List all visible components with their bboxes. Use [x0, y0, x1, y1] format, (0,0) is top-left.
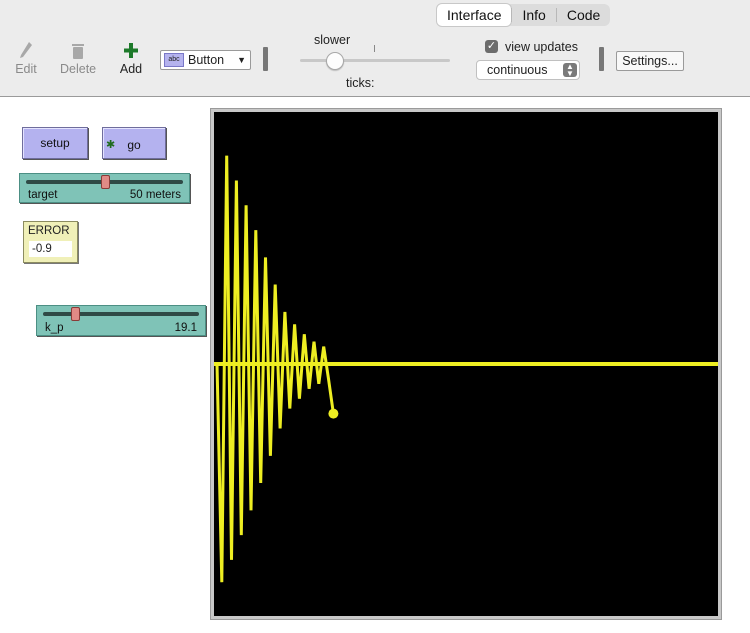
- view-updates-label: view updates: [505, 40, 578, 54]
- tab-info[interactable]: Info: [512, 4, 555, 26]
- target-slider[interactable]: target 50 meters: [19, 173, 190, 203]
- select-stepper-icon: ▲ ▼: [563, 63, 577, 78]
- update-mode-select[interactable]: continuous ▲ ▼: [476, 60, 580, 80]
- speed-label: slower: [314, 33, 351, 47]
- update-mode-value: continuous: [487, 63, 548, 77]
- speed-slider-knob[interactable]: [326, 52, 344, 70]
- widget-type-select[interactable]: abc Button ▼: [160, 50, 251, 70]
- delete-label: Delete: [60, 62, 97, 76]
- speed-slider[interactable]: [300, 59, 450, 62]
- edit-label: Edit: [15, 62, 37, 76]
- setup-button-label: setup: [40, 136, 70, 150]
- slider-track: [43, 312, 199, 316]
- edit-button[interactable]: Edit: [13, 40, 39, 76]
- k-p-slider-label: k_p: [45, 322, 64, 334]
- toolbar-divider: [599, 47, 604, 71]
- world-view[interactable]: [210, 108, 722, 620]
- trash-icon: [60, 40, 96, 62]
- settings-button[interactable]: Settings...: [616, 51, 684, 71]
- plus-icon: [118, 40, 144, 62]
- tab-interface[interactable]: Interface: [437, 4, 512, 26]
- add-label: Add: [119, 62, 143, 76]
- monitor-label: ERROR: [28, 225, 70, 237]
- toolbar: Interface Info Code Edit Delete Add abc …: [0, 0, 750, 97]
- target-slider-value: 50 meters: [129, 189, 181, 201]
- k-p-slider-value: 19.1: [174, 322, 197, 334]
- speed-center-tick: [374, 45, 375, 52]
- target-slider-label: target: [28, 189, 58, 201]
- toolbar-divider: [263, 47, 268, 71]
- pencil-icon: [13, 40, 39, 62]
- slider-handle[interactable]: [101, 175, 110, 189]
- forever-icon: ✱: [106, 139, 116, 151]
- monitor-value: -0.9: [29, 241, 72, 257]
- slider-handle[interactable]: [71, 307, 81, 321]
- tab-bar: Interface Info Code: [437, 4, 611, 26]
- tab-code[interactable]: Code: [557, 4, 610, 26]
- delete-button[interactable]: Delete: [60, 40, 96, 76]
- setup-button[interactable]: setup: [22, 127, 88, 159]
- go-button-label: go: [127, 138, 141, 152]
- caret-down-icon: ▼: [237, 55, 246, 65]
- world-view-canvas: [214, 112, 718, 616]
- go-button[interactable]: ✱ go: [102, 127, 166, 159]
- k-p-slider[interactable]: k_p 19.1: [36, 305, 206, 336]
- add-button[interactable]: Add: [118, 40, 144, 76]
- view-updates-checkbox[interactable]: ✓: [485, 40, 498, 53]
- widget-type-value: Button: [188, 53, 225, 67]
- error-monitor: ERROR -0.9: [23, 221, 78, 263]
- ticks-label: ticks:: [346, 76, 375, 90]
- button-widget-icon: abc: [164, 53, 184, 67]
- agent-dot: [328, 408, 339, 419]
